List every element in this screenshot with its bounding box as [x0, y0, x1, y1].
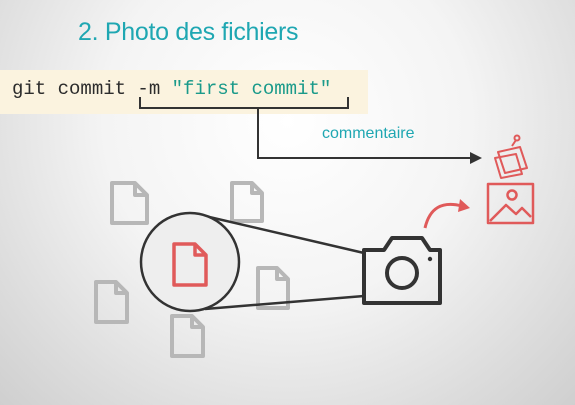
- file-icon: [110, 181, 149, 225]
- arrow-head-icon: [470, 152, 482, 164]
- file-icon: [230, 181, 264, 223]
- file-icon: [94, 280, 129, 324]
- diagram: [94, 97, 535, 358]
- curved-arrow-icon: [423, 202, 463, 229]
- comment-connector: [257, 108, 470, 159]
- file-icon: [170, 314, 205, 358]
- image-icon: [486, 182, 535, 225]
- camera-flash: [427, 256, 433, 262]
- message-bracket: [139, 97, 349, 109]
- focus-circle: [139, 211, 241, 313]
- sticky-note-icon: [494, 134, 528, 179]
- camera-icon: [362, 236, 442, 305]
